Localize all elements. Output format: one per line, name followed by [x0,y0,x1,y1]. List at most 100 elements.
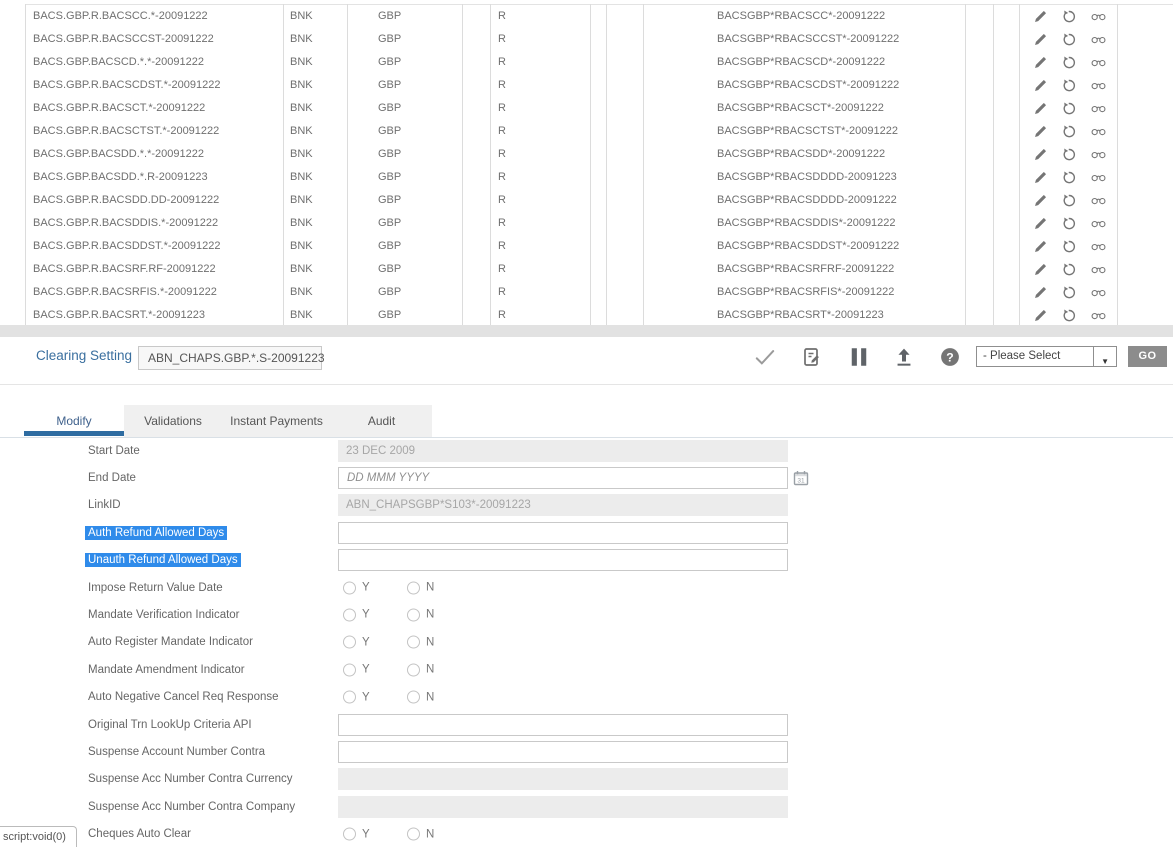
grid-row[interactable]: BACS.GBP.R.BACSRF.RF-20091222BNKGBPRBACS… [0,258,1173,281]
view-icon[interactable] [1091,124,1107,140]
history-icon[interactable] [1062,216,1078,232]
grid-row[interactable]: BACS.GBP.R.BACSCC.*-20091222BNKGBPRBACSG… [0,5,1173,28]
grid-row[interactable]: BACS.GBP.R.BACSCTST.*-20091222BNKGBPRBAC… [0,120,1173,143]
history-icon[interactable] [1062,285,1078,301]
text-input[interactable] [338,741,788,763]
view-icon[interactable] [1091,308,1107,324]
radio-button[interactable] [407,636,420,649]
grid-cell-currency: GBP [378,166,401,189]
authorize-edit-icon[interactable] [802,347,822,367]
go-button[interactable]: GO [1128,346,1167,367]
tab-validations[interactable]: Validations [124,405,222,437]
edit-icon[interactable] [1033,9,1049,25]
grid-row[interactable]: BACS.GBP.R.BACSCCST-20091222BNKGBPRBACSG… [0,28,1173,51]
grid-row[interactable]: BACS.GBP.R.BACSRT.*-20091223BNKGBPRBACSG… [0,304,1173,327]
history-icon[interactable] [1062,170,1078,186]
grid-cell-linked_code: BACSGBP*RBACSRT*-20091223 [717,304,884,327]
calendar-icon[interactable]: 31 [793,470,809,486]
grid-cell-record_type: R [498,281,506,304]
history-icon[interactable] [1062,9,1078,25]
history-icon[interactable] [1062,239,1078,255]
tab-instant-payments[interactable]: Instant Payments [222,405,331,437]
text-input[interactable] [338,714,788,736]
history-icon[interactable] [1062,147,1078,163]
history-icon[interactable] [1062,78,1078,94]
pause-icon[interactable] [849,347,869,367]
radio-option: N [407,663,434,676]
history-icon[interactable] [1062,32,1078,48]
edit-icon[interactable] [1033,262,1049,278]
text-input[interactable] [338,549,788,571]
view-icon[interactable] [1091,239,1107,255]
history-icon[interactable] [1062,193,1078,209]
radio-button[interactable] [343,828,356,841]
edit-icon[interactable] [1033,308,1049,324]
edit-icon[interactable] [1033,78,1049,94]
view-icon[interactable] [1091,147,1107,163]
radio-button[interactable] [343,691,356,704]
history-icon[interactable] [1062,262,1078,278]
radio-button[interactable] [407,828,420,841]
grid-row[interactable]: BACS.GBP.BACSDD.*.*-20091222BNKGBPRBACSG… [0,143,1173,166]
edit-icon[interactable] [1033,285,1049,301]
history-icon[interactable] [1062,308,1078,324]
grid-cell-record_type: R [498,120,506,143]
tab-audit[interactable]: Audit [331,405,432,437]
edit-icon[interactable] [1033,101,1049,117]
history-icon[interactable] [1062,124,1078,140]
grid-row[interactable]: BACS.GBP.R.BACSCT.*-20091222BNKGBPRBACSG… [0,97,1173,120]
radio-button[interactable] [407,608,420,621]
radio-button[interactable] [343,636,356,649]
edit-icon[interactable] [1033,193,1049,209]
grid-cell-bank: BNK [290,281,313,304]
grid-cell-linked_code: BACSGBP*RBACSCT*-20091222 [717,97,884,120]
radio-button[interactable] [407,581,420,594]
grid-cell-currency: GBP [378,235,401,258]
grid-row[interactable]: BACS.GBP.R.BACSDDST.*-20091222BNKGBPRBAC… [0,235,1173,258]
view-icon[interactable] [1091,9,1107,25]
edit-icon[interactable] [1033,239,1049,255]
svg-text:31: 31 [797,477,805,484]
grid-row[interactable]: BACS.GBP.R.BACSDD.DD-20091222BNKGBPRBACS… [0,189,1173,212]
grid-row[interactable]: BACS.GBP.R.BACSDDIS.*-20091222BNKGBPRBAC… [0,212,1173,235]
check-icon[interactable] [755,347,775,367]
grid-row[interactable]: BACS.GBP.BACSCD.*.*-20091222BNKGBPRBACSG… [0,51,1173,74]
view-icon[interactable] [1091,285,1107,301]
help-icon[interactable]: ? [940,347,960,367]
radio-button[interactable] [343,581,356,594]
view-icon[interactable] [1091,170,1107,186]
upload-icon[interactable] [894,347,914,367]
grid-row[interactable]: BACS.GBP.R.BACSCDST.*-20091222BNKGBPRBAC… [0,74,1173,97]
radio-button[interactable] [343,663,356,676]
grid-bottom-scroll-band[interactable] [0,325,1173,337]
text-input[interactable] [338,522,788,544]
view-icon[interactable] [1091,216,1107,232]
view-icon[interactable] [1091,262,1107,278]
edit-icon[interactable] [1033,124,1049,140]
edit-icon[interactable] [1033,147,1049,163]
field-label: Mandate Amendment Indicator [88,664,245,676]
edit-icon[interactable] [1033,55,1049,71]
header-divider [0,384,1173,385]
history-icon[interactable] [1062,55,1078,71]
form-row: Suspense Acc Number Contra Company [0,793,1173,820]
grid-cell-code: BACS.GBP.BACSDD.*.*-20091222 [33,143,204,166]
view-icon[interactable] [1091,101,1107,117]
view-icon[interactable] [1091,55,1107,71]
view-icon[interactable] [1091,193,1107,209]
history-icon[interactable] [1062,101,1078,117]
clearing-codes-grid: BACS.GBP.R.BACSCC.*-20091222BNKGBPRBACSG… [0,0,1173,337]
edit-icon[interactable] [1033,216,1049,232]
grid-row[interactable]: BACS.GBP.R.BACSRFIS.*-20091222BNKGBPRBAC… [0,281,1173,304]
action-select[interactable]: - Please Select ▼ [976,346,1117,367]
radio-button[interactable] [407,663,420,676]
edit-icon[interactable] [1033,32,1049,48]
grid-cell-bank: BNK [290,258,313,281]
view-icon[interactable] [1091,32,1107,48]
radio-button[interactable] [407,691,420,704]
edit-icon[interactable] [1033,170,1049,186]
radio-button[interactable] [343,608,356,621]
date-input[interactable] [338,467,788,489]
grid-row[interactable]: BACS.GBP.BACSDD.*.R-20091223BNKGBPRBACSG… [0,166,1173,189]
view-icon[interactable] [1091,78,1107,94]
